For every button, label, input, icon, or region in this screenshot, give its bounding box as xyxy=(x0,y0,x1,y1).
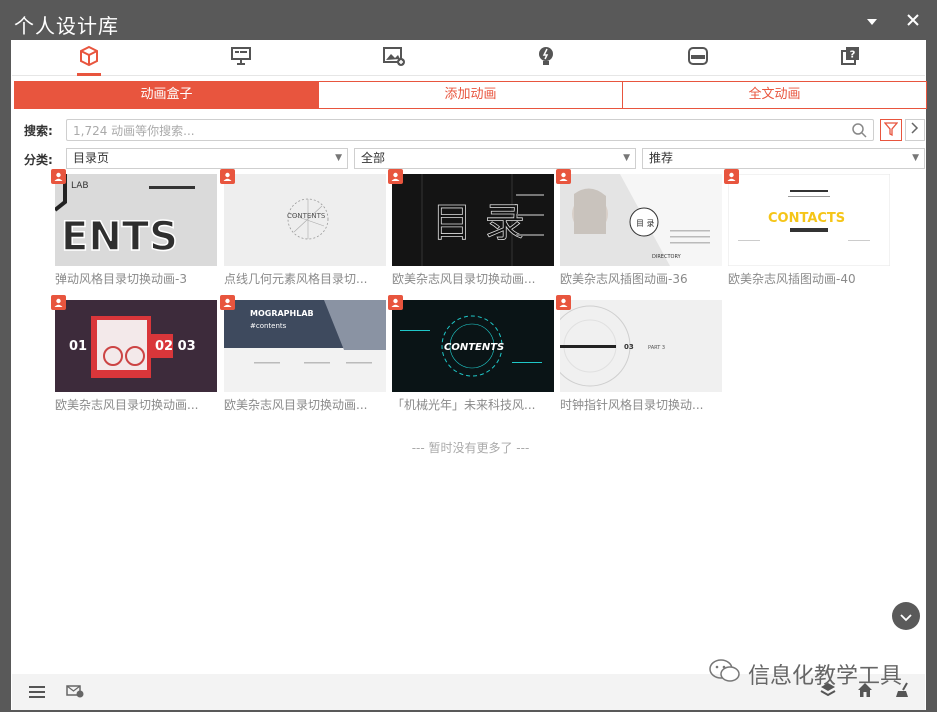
tab-animation-box-list[interactable]: 动画盒子 xyxy=(15,82,319,108)
item-caption: 欧美杂志风目录切换动画... xyxy=(224,398,368,412)
thumb-text: 目 录 xyxy=(636,219,655,228)
title-bar: 个人设计库 xyxy=(2,2,935,40)
tab-storage[interactable] xyxy=(678,43,718,73)
search-input[interactable] xyxy=(67,121,837,141)
chevron-down-icon xyxy=(900,607,912,626)
sort-select[interactable]: 推荐 ▼ xyxy=(642,148,925,169)
thumb-text: 01 xyxy=(69,339,87,354)
chevron-down-icon: ▼ xyxy=(912,153,919,163)
thumbnail: CONTENTS xyxy=(224,174,386,266)
thumbnail: LAB ENTS xyxy=(55,174,217,266)
user-badge-icon xyxy=(388,295,403,310)
filter-icon xyxy=(883,121,899,140)
svg-text:?: ? xyxy=(850,50,856,61)
tab-full-animation[interactable]: 全文动画 xyxy=(623,82,926,108)
tab-animation-box[interactable] xyxy=(69,43,109,76)
thumb-sub: LAB xyxy=(71,181,89,191)
icon-tab-bar: ? xyxy=(12,40,925,76)
item-caption: 欧美杂志风插图动画-36 xyxy=(560,272,688,286)
thumbnail: 01 02 03 xyxy=(55,300,217,392)
tab-add-animation[interactable]: 添加动画 xyxy=(319,82,623,108)
watermark-text: 信息化教学工具 xyxy=(748,664,903,689)
storage-icon xyxy=(687,46,709,70)
tab-images[interactable] xyxy=(374,43,414,73)
thumb-text: CONTENTS xyxy=(287,212,326,220)
user-badge-icon xyxy=(388,169,403,184)
thumbnail: 目 录 DIRECTORY xyxy=(560,174,722,266)
mail-button[interactable] xyxy=(64,682,86,702)
wechat-icon xyxy=(708,658,742,690)
thumbnail: CONTENTS xyxy=(392,300,554,392)
chevron-down-icon: ▼ xyxy=(335,153,342,163)
user-badge-icon xyxy=(724,169,739,184)
user-badge-icon xyxy=(220,295,235,310)
item-caption: 点线几何元素风格目录切... xyxy=(224,272,368,286)
sub-tab-bar: 动画盒子 添加动画 全文动画 xyxy=(14,81,927,109)
user-badge-icon xyxy=(51,169,66,184)
thumb-sub: 03 xyxy=(624,343,634,351)
tab-help[interactable]: ? xyxy=(830,43,870,73)
item-caption: 「机械光年」未来科技风... xyxy=(392,398,536,412)
scroll-down-button[interactable] xyxy=(892,602,920,630)
menu-icon xyxy=(29,683,45,702)
sort-value: 推荐 xyxy=(649,151,674,165)
scope-select[interactable]: 全部 ▼ xyxy=(354,148,636,169)
category-label: 分类: xyxy=(24,153,53,167)
category-value: 目录页 xyxy=(73,151,110,165)
thumb-sub: #contents xyxy=(250,322,287,330)
thumb-sub: DIRECTORY xyxy=(652,254,682,260)
thumbnail: 目 录 xyxy=(392,174,554,266)
window-title: 个人设计库 xyxy=(14,14,119,38)
left-frame xyxy=(2,40,11,710)
thumbnail: CONTACTS xyxy=(728,174,890,266)
tab-presentation[interactable] xyxy=(221,43,261,73)
next-page-button[interactable] xyxy=(905,119,925,141)
tab-ideas[interactable] xyxy=(526,43,566,73)
presentation-icon xyxy=(230,46,252,70)
right-frame xyxy=(926,40,935,710)
bulb-icon xyxy=(535,45,557,71)
item-caption: 欧美杂志风目录切换动画... xyxy=(392,272,536,286)
menu-button[interactable] xyxy=(26,682,48,702)
scope-value: 全部 xyxy=(361,151,386,165)
design-library-window: 个人设计库 ? 动画盒子 添加动画 全文动画 搜索: 1,724 动画等你搜索.… xyxy=(0,0,937,712)
thumb-text: ENTS xyxy=(61,214,178,260)
thumbnail: 03 PART 3 xyxy=(560,300,722,392)
close-button[interactable] xyxy=(903,11,923,31)
thumb-text: 目 录 xyxy=(432,200,525,246)
cube-icon xyxy=(78,45,100,71)
thumb-sub: 02 03 xyxy=(155,339,196,354)
thumb-text: MOGRAPHLAB xyxy=(250,309,314,318)
item-caption: 欧美杂志风插图动画-40 xyxy=(728,272,856,286)
thumbnail: MOGRAPHLAB #contents xyxy=(224,300,386,392)
mail-icon xyxy=(66,683,84,702)
chevron-down-icon: ▼ xyxy=(623,153,630,163)
filter-button[interactable] xyxy=(880,119,902,141)
category-select[interactable]: 目录页 ▼ xyxy=(66,148,348,169)
user-badge-icon xyxy=(556,295,571,310)
user-badge-icon xyxy=(51,295,66,310)
thumb-text: CONTACTS xyxy=(768,211,845,226)
no-more-text: --- 暂时没有更多了 --- xyxy=(411,441,530,455)
watermark: 信息化教学工具 xyxy=(708,658,902,690)
image-add-icon xyxy=(382,46,406,70)
item-caption: 时钟指针风格目录切换动... xyxy=(560,398,704,412)
thumb-text: PART 3 xyxy=(648,345,665,351)
search-label: 搜索: xyxy=(24,124,53,138)
search-box xyxy=(66,119,874,141)
item-caption: 弹动风格目录切换动画-3 xyxy=(55,272,187,286)
user-badge-icon xyxy=(220,169,235,184)
dropdown-icon[interactable] xyxy=(862,11,882,31)
user-badge-icon xyxy=(556,169,571,184)
search-icon[interactable] xyxy=(851,122,867,142)
help-icon: ? xyxy=(839,45,861,71)
chevron-right-icon xyxy=(911,122,919,138)
thumb-text: CONTENTS xyxy=(444,342,504,353)
item-caption: 欧美杂志风目录切换动画... xyxy=(55,398,199,412)
